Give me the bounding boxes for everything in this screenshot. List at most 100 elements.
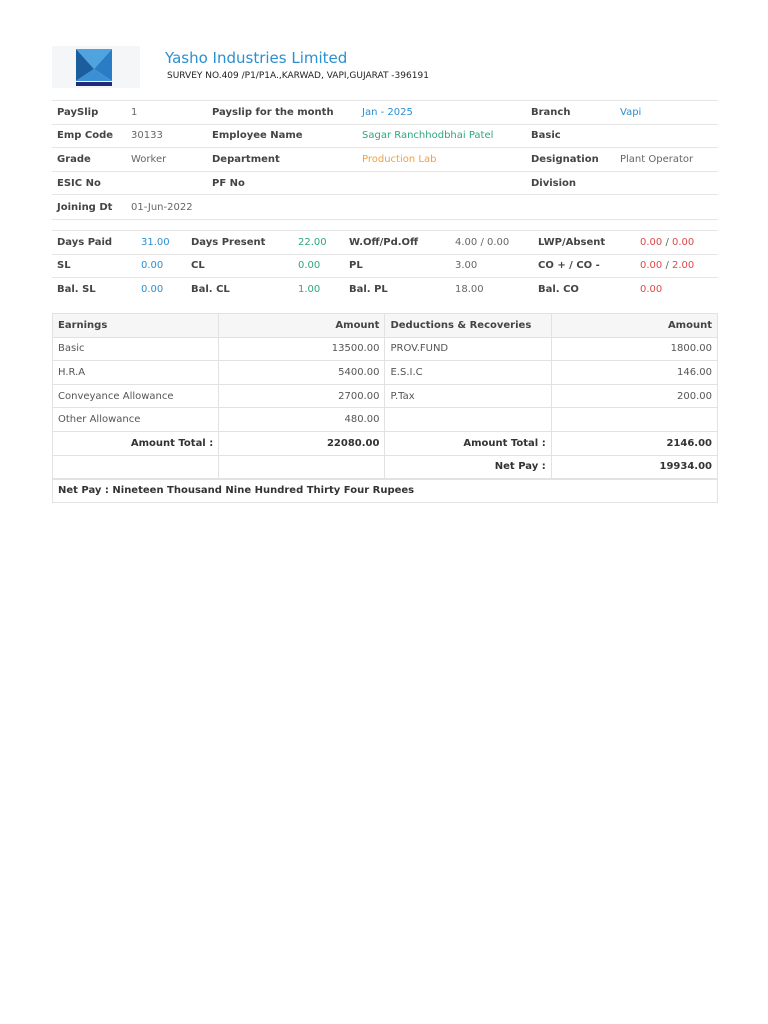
deduction-name: P.Tax [384,383,552,409]
company-logo [52,46,140,88]
totals-row: Amount Total : 22080.00 Amount Total : 2… [51,430,719,456]
deductions-total-label: Amount Total : [384,430,552,456]
bal-pl-label: Bal. PL [344,277,450,302]
info-row-payslip: PaySlip 1 Payslip for the month Jan - 20… [52,100,718,125]
department-label: Department [207,147,357,172]
pay-row: H.R.A 5400.00 E.S.I.C 146.00 [51,360,719,385]
deduction-name: E.S.I.C [384,360,552,385]
net-pay-in-words: Net Pay : Nineteen Thousand Nine Hundred… [52,477,718,504]
pf-label: PF No [207,170,357,195]
pl-value: 3.00 [450,253,533,278]
bal-cl-label: Bal. CL [186,277,293,302]
esic-label: ESIC No [52,170,126,195]
days-paid-label: Days Paid [52,230,136,255]
earning-name: Basic [51,336,220,362]
lwp-absent-label: LWP/Absent [533,230,635,255]
deduction-amount [550,407,719,432]
net-pay-value: 19934.00 [550,454,719,480]
company-address: SURVEY NO.409 /P1/P1A.,KARWAD, VAPI,GUJA… [167,71,429,81]
attendance-row-leaves: SL 0.00 CL 0.00 PL 3.00 CO + / CO - 0.00… [52,253,718,278]
grade-value: Worker [126,147,207,172]
separator: / [665,236,669,248]
employee-name-label: Employee Name [207,123,357,148]
info-row-grade: Grade Worker Department Production Lab D… [52,147,718,172]
empty-cell [218,454,386,480]
deduction-amount: 1800.00 [550,336,719,362]
deduction-amount: 146.00 [550,360,719,385]
attendance-row-days: Days Paid 31.00 Days Present 22.00 W.Off… [52,230,718,255]
sl-label: SL [52,253,136,278]
pay-header-row: Earnings Amount Deductions & Recoveries … [51,313,719,338]
co-label: CO + / CO - [533,253,635,278]
bal-sl-label: Bal. SL [52,277,136,302]
earning-amount: 2700.00 [218,383,386,409]
attendance-row-balances: Bal. SL 0.00 Bal. CL 1.00 Bal. PL 18.00 … [52,277,718,302]
joining-value: 01-Jun-2022 [126,194,207,220]
month-label: Payslip for the month [207,100,357,125]
empty-cell [207,194,357,220]
weekly-off-label: W.Off/Pd.Off [344,230,450,255]
earning-name: Other Allowance [51,407,220,432]
earning-amount: 13500.00 [218,336,386,362]
earnings-total-value: 22080.00 [218,430,386,456]
net-pay-words-row: Net Pay : Nineteen Thousand Nine Hundred… [52,477,718,504]
co-minus-value: 2.00 [672,260,695,272]
deduction-name [384,407,552,432]
cl-value: 0.00 [293,253,344,278]
empty-cell [526,194,615,220]
division-label: Division [526,170,615,195]
branch-value: Vapi [615,100,718,125]
empty-cell [51,454,220,480]
division-value [615,170,718,195]
esic-value [126,170,207,195]
payslip-header: Yasho Industries Limited SURVEY NO.409 /… [52,46,718,88]
bal-co-label: Bal. CO [533,277,635,302]
pl-label: PL [344,253,450,278]
earning-name: H.R.A [51,360,220,385]
designation-label: Designation [526,147,615,172]
pay-row: Conveyance Allowance 2700.00 P.Tax 200.0… [51,383,719,409]
earning-name: Conveyance Allowance [51,383,220,409]
deduction-amount: 200.00 [550,383,719,409]
info-row-empcode: Emp Code 30133 Employee Name Sagar Ranch… [52,123,718,148]
bal-pl-value: 18.00 [450,277,533,302]
deduction-name: PROV.FUND [384,336,552,362]
company-logo-icon [76,49,112,86]
lwp-absent-value: 0.00 / 0.00 [635,230,718,255]
lwp-value: 0.00 [640,236,663,248]
info-row-joining: Joining Dt 01-Jun-2022 [52,194,718,220]
basic-label: Basic [526,123,615,148]
employee-name-value: Sagar Ranchhodbhai Patel [357,123,526,148]
branch-label: Branch [526,100,615,125]
absent-value: 0.00 [672,236,695,248]
designation-value: Plant Operator [615,147,718,172]
payslip-value: 1 [126,100,207,125]
company-name: Yasho Industries Limited [165,49,348,67]
attendance-table: Days Paid 31.00 Days Present 22.00 W.Off… [52,230,718,302]
pay-row: Other Allowance 480.00 [51,407,719,432]
bal-cl-value: 1.00 [293,277,344,302]
deductions-total-value: 2146.00 [550,430,719,456]
payslip-label: PaySlip [52,100,126,125]
sl-value: 0.00 [136,253,186,278]
net-pay-row: Net Pay : 19934.00 [51,454,719,480]
co-plus-value: 0.00 [640,260,663,272]
month-value: Jan - 2025 [357,100,526,125]
basic-value [615,123,718,148]
empty-cell [357,194,526,220]
earnings-amount-header: Amount [218,313,386,338]
separator: / [665,260,669,272]
pf-value [357,170,526,195]
employee-info-table: PaySlip 1 Payslip for the month Jan - 20… [52,100,718,220]
days-present-label: Days Present [186,230,293,255]
earnings-deductions-table: Earnings Amount Deductions & Recoveries … [51,313,719,504]
info-row-esic: ESIC No PF No Division [52,170,718,195]
empty-cell [615,194,718,220]
empcode-label: Emp Code [52,123,126,148]
joining-label: Joining Dt [52,194,126,220]
weekly-off-value: 4.00 / 0.00 [450,230,533,255]
empcode-value: 30133 [126,123,207,148]
grade-label: Grade [52,147,126,172]
bal-sl-value: 0.00 [136,277,186,302]
deductions-amount-header: Amount [550,313,719,338]
